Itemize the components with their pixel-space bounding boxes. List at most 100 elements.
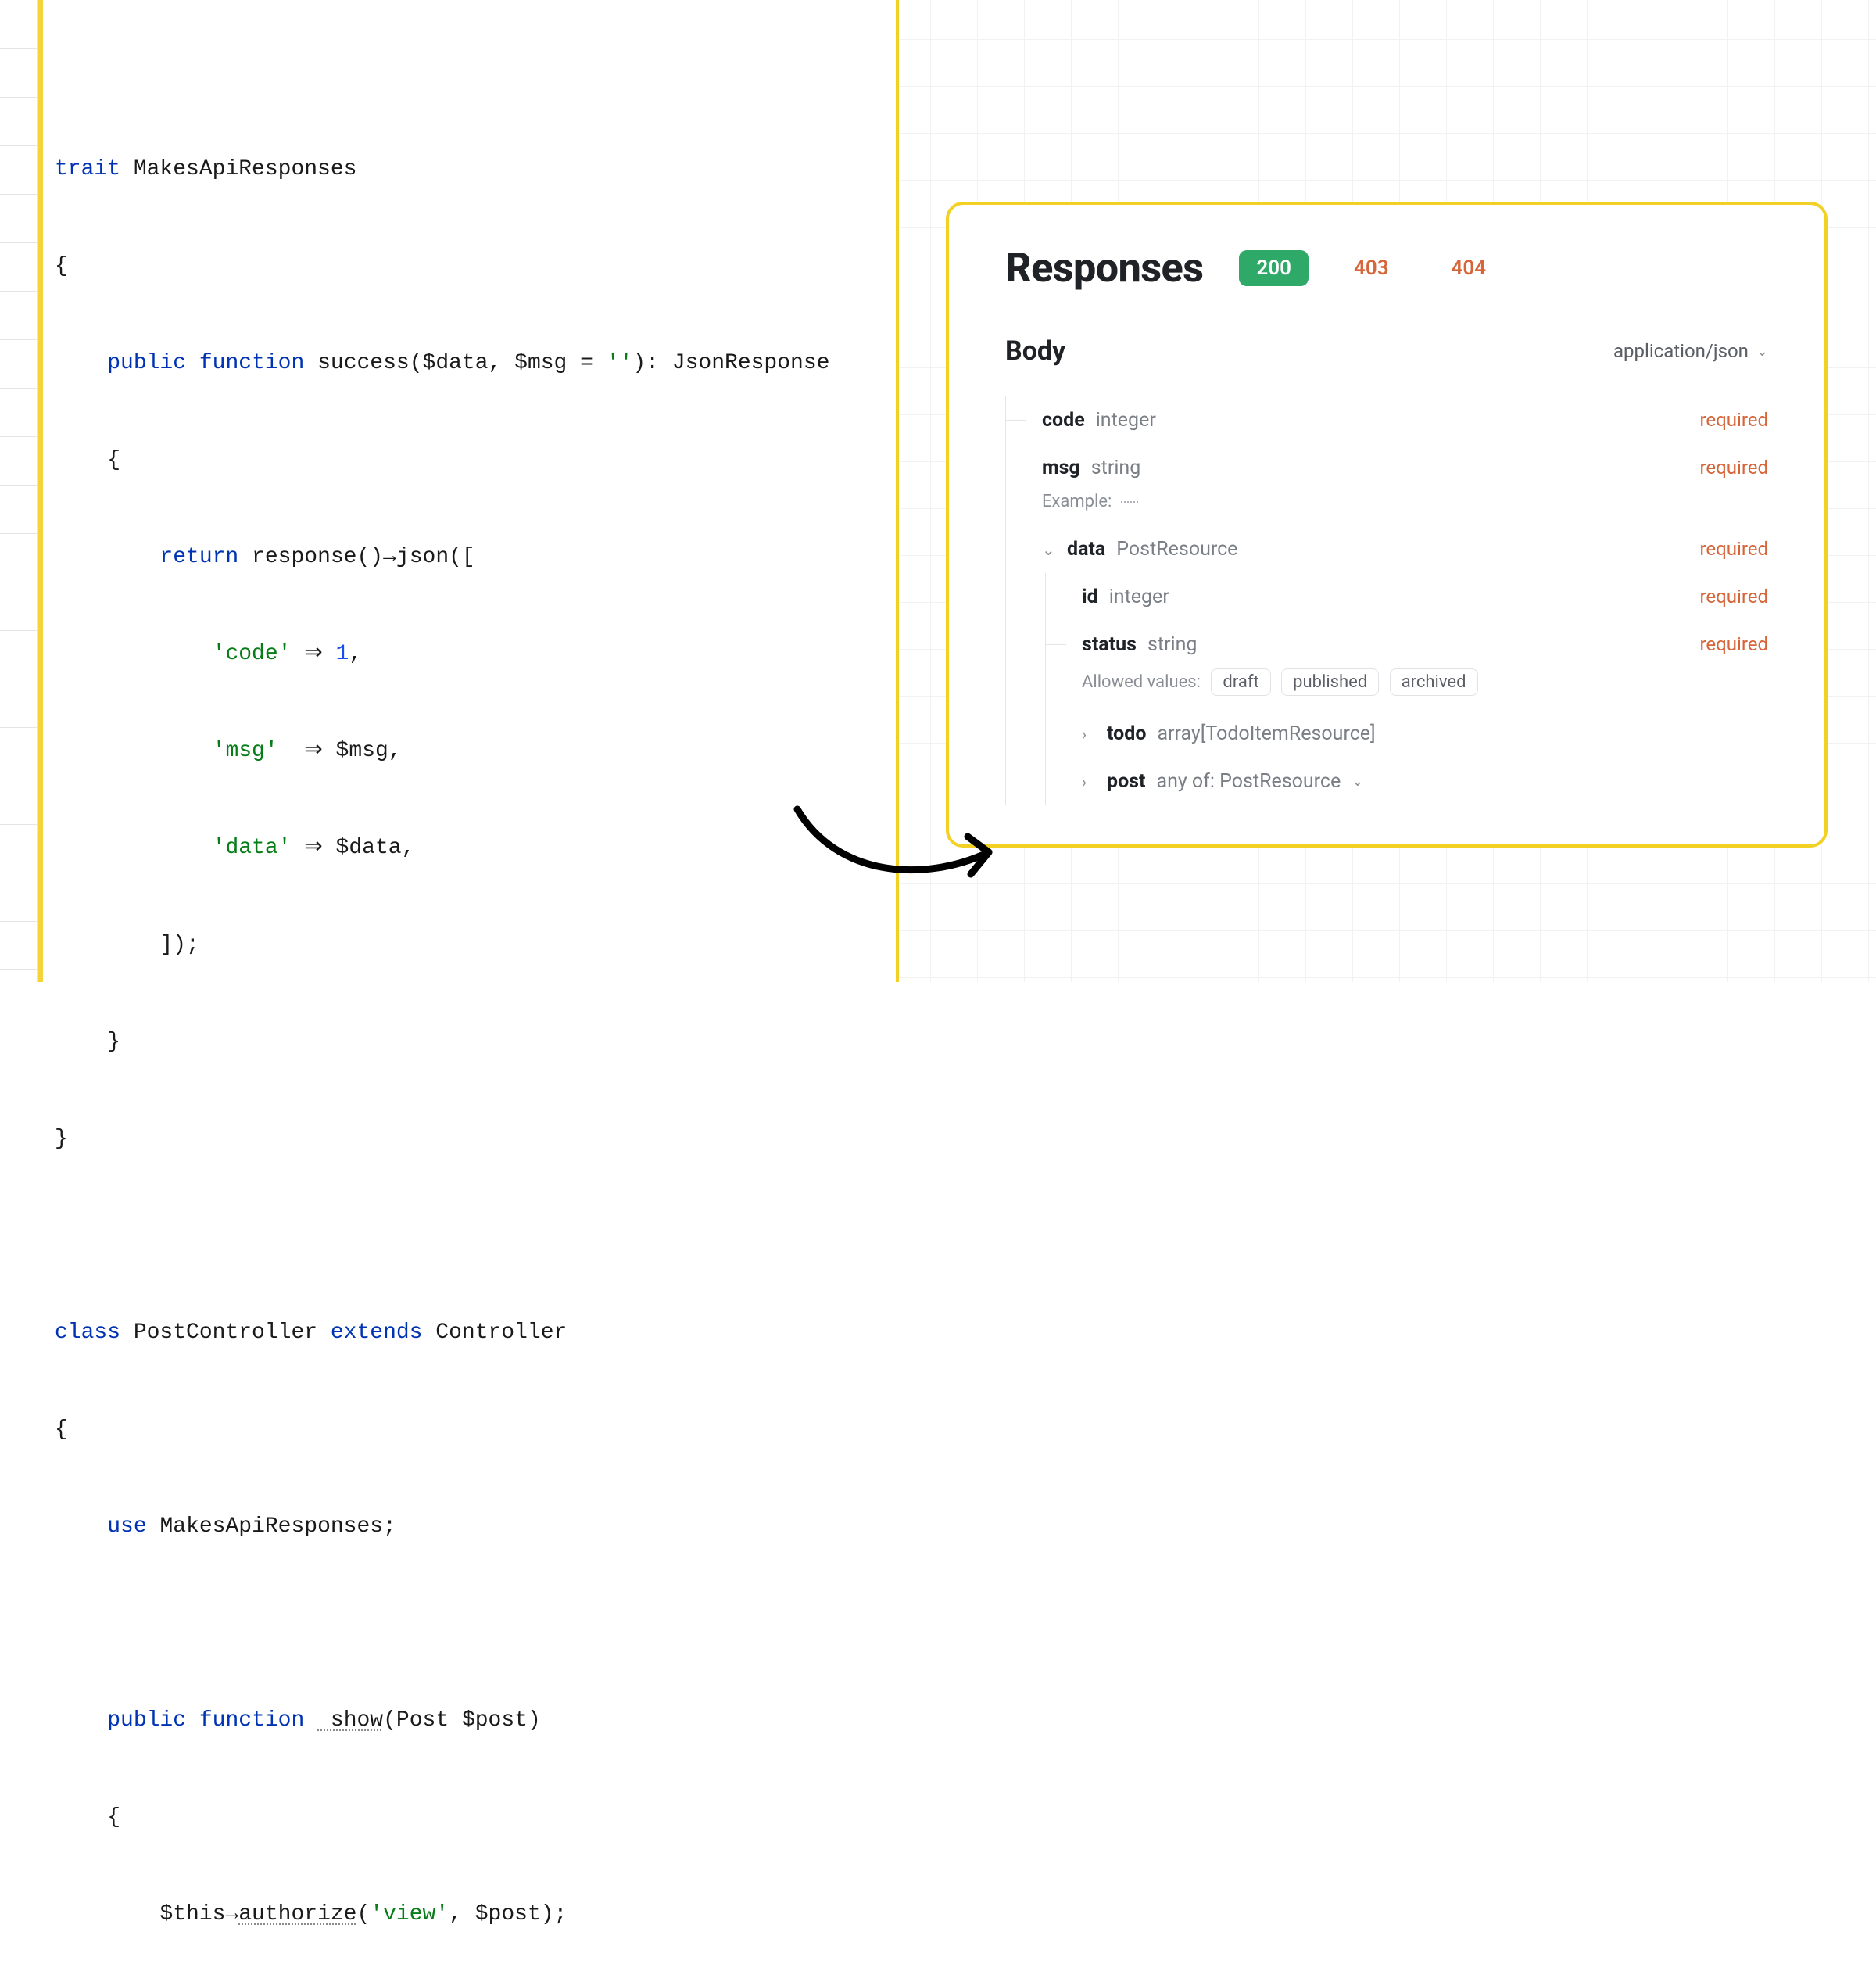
- paren: (: [356, 1902, 370, 1926]
- schema-row-post[interactable]: › post any of: PostResource ⌄: [1046, 758, 1768, 805]
- prop-name: msg: [1042, 457, 1080, 479]
- enum-pill: archived: [1390, 668, 1478, 696]
- keyword-use: use: [107, 1514, 146, 1539]
- schema-row-code: code integer required: [1006, 396, 1768, 444]
- content-type-select[interactable]: application/json ⌄: [1613, 340, 1768, 362]
- keyword-public: public: [107, 351, 186, 375]
- keyword-return: return: [159, 545, 238, 569]
- schema-row-data[interactable]: ⌄ data PostResource required: [1006, 525, 1768, 573]
- code-line: trait MakesApiResponses: [55, 145, 896, 194]
- use-trait: MakesApiResponses;: [147, 1514, 396, 1539]
- comma: ,: [449, 1902, 475, 1926]
- fat-arrow: ⇒: [291, 836, 335, 860]
- code-editor: trait MakesApiResponses { public functio…: [0, 0, 899, 982]
- prop-name: todo: [1107, 722, 1146, 745]
- comma: ,: [388, 739, 402, 763]
- prop-type: any of: PostResource: [1156, 770, 1341, 793]
- call-authorize: authorize: [238, 1902, 356, 1926]
- fat-arrow: ⇒: [278, 739, 336, 763]
- status-403-tab[interactable]: 403: [1337, 250, 1406, 286]
- schema-row-todo[interactable]: › todo array[TodoItemResource]: [1046, 710, 1768, 758]
- status-404-tab[interactable]: 404: [1434, 250, 1504, 286]
- prop-name: id: [1082, 586, 1098, 608]
- class-name: PostController: [120, 1321, 331, 1345]
- chevron-down-icon: ⌄: [1352, 773, 1363, 790]
- code-line: use MakesApiResponses;: [55, 1503, 896, 1551]
- code-line: 'data' ⇒ $data,: [55, 824, 896, 873]
- keyword-function: function: [199, 351, 304, 375]
- example-text: Example:: [1042, 492, 1112, 511]
- trait-name: MakesApiResponses: [120, 157, 356, 181]
- example-label: Example:: [1006, 492, 1768, 525]
- change-marker: [38, 0, 43, 982]
- key-data: 'data': [213, 836, 292, 860]
- code-line: }: [55, 1018, 896, 1066]
- brace: {: [107, 1805, 120, 1830]
- prop-name: status: [1082, 633, 1137, 656]
- editor-gutter: [0, 0, 38, 982]
- keyword-trait: trait: [55, 157, 120, 181]
- var-msg: $msg: [514, 351, 567, 375]
- body-heading-row: Body application/json ⌄: [1005, 335, 1768, 367]
- var-post: $post: [475, 1902, 541, 1926]
- schema-row-msg: msg string required: [1006, 444, 1768, 492]
- code-line: public function show(Post $post): [55, 1697, 896, 1745]
- method-success: success: [304, 351, 409, 375]
- enum-pill: published: [1281, 668, 1379, 696]
- fat-arrow: ⇒: [291, 642, 335, 666]
- code-line: 'code' ⇒ 1,: [55, 630, 896, 679]
- content-type-value: application/json: [1613, 340, 1749, 362]
- keyword-extends: extends: [331, 1321, 423, 1345]
- call-response: response(): [238, 545, 383, 569]
- comma: ,: [489, 351, 515, 375]
- keyword-class: class: [55, 1321, 120, 1345]
- close-call: );: [541, 1902, 567, 1926]
- responses-panel: Responses 200 403 404 Body application/j…: [946, 202, 1828, 848]
- var-data: $data: [423, 351, 489, 375]
- close-array: ]);: [159, 933, 199, 957]
- comma: ,: [402, 836, 415, 860]
- key-code: 'code': [213, 642, 292, 666]
- nested-group: id integer required status string requir…: [1045, 573, 1768, 805]
- brace: }: [107, 1030, 120, 1054]
- code-line: [55, 1212, 896, 1260]
- call-json: json([: [396, 545, 475, 569]
- var-this: $this: [159, 1902, 225, 1926]
- key-msg: 'msg': [213, 739, 278, 763]
- prop-type: integer: [1109, 586, 1169, 608]
- code-line: 'msg' ⇒ $msg,: [55, 727, 896, 776]
- base-class: Controller: [422, 1321, 567, 1345]
- code-line: [55, 1600, 896, 1648]
- literal-one: 1: [336, 642, 349, 666]
- code-line: return response()→json([: [55, 533, 896, 582]
- required-badge: required: [1699, 586, 1768, 607]
- keyword-function: function: [199, 1708, 304, 1733]
- paren: (: [410, 351, 423, 375]
- required-badge: required: [1699, 457, 1768, 478]
- var-msg: $msg: [336, 739, 388, 763]
- status-codes: 200 403 404: [1239, 250, 1503, 286]
- prop-name: data: [1067, 538, 1105, 561]
- code-line: {: [55, 436, 896, 485]
- string-empty: '': [607, 351, 633, 375]
- code-line: }: [55, 1115, 896, 1163]
- schema-tree: code integer required msg string require…: [1005, 396, 1768, 805]
- required-badge: required: [1699, 538, 1768, 560]
- brace: }: [55, 1127, 68, 1151]
- code-line: {: [55, 242, 896, 291]
- prop-type: array[TodoItemResource]: [1157, 722, 1375, 745]
- code-line: ]);: [55, 921, 896, 969]
- comma: ,: [349, 642, 362, 666]
- type-jsonresponse: JsonResponse: [672, 351, 830, 375]
- var-post: $post: [462, 1708, 528, 1733]
- chevron-down-icon: ⌄: [1042, 540, 1056, 559]
- allowed-values-label: Allowed values:: [1082, 672, 1201, 692]
- code-line: $this→authorize('view', $post);: [55, 1891, 896, 1939]
- keyword-public: public: [107, 1708, 186, 1733]
- schema-row-id: id integer required: [1046, 573, 1768, 621]
- prop-type: string: [1147, 633, 1197, 656]
- method-show: show: [317, 1708, 383, 1733]
- code-line: public function success($data, $msg = ''…: [55, 339, 896, 388]
- status-200-tab[interactable]: 200: [1239, 250, 1309, 286]
- enum-pill: draft: [1211, 668, 1270, 696]
